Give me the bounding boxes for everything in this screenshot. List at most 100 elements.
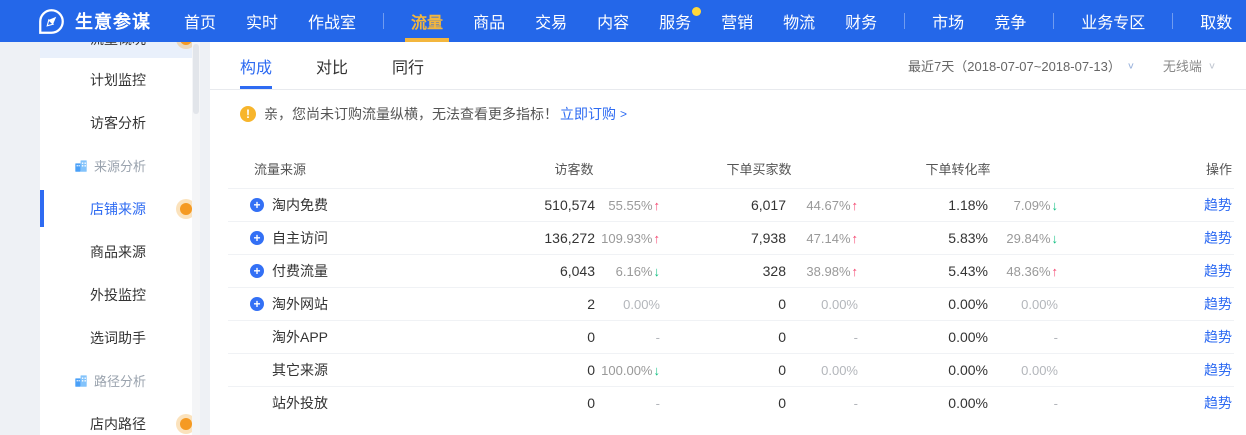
trend-link[interactable]: 趋势 bbox=[1204, 362, 1232, 378]
nav-item-商品[interactable]: 商品 bbox=[465, 0, 513, 42]
top-navbar: 生意参谋 首页实时作战室流量商品交易内容服务营销物流财务市场竞争业务专区取数学院 bbox=[0, 0, 1246, 42]
visitors-value: 136,272 bbox=[488, 230, 595, 246]
nav-item-服务[interactable]: 服务 bbox=[651, 0, 699, 42]
buyers-change: 44.67%↑ bbox=[786, 198, 858, 213]
conversion-change: - bbox=[988, 330, 1058, 345]
nav-item-财务[interactable]: 财务 bbox=[837, 0, 885, 42]
nav-divider bbox=[1172, 13, 1173, 29]
table-body: +淘内免费510,57455.55%↑6,01744.67%↑1.18%7.09… bbox=[228, 188, 1234, 419]
trend-link[interactable]: 趋势 bbox=[1204, 230, 1232, 246]
filters: 最近7天（2018-07-07~2018-07-13） ∨ 无线端 ∨ bbox=[908, 42, 1216, 89]
nav-item-取数[interactable]: 取数 bbox=[1192, 0, 1240, 42]
sidebar-item-店铺来源[interactable]: 店铺来源 bbox=[40, 187, 200, 230]
sidebar-item-计划监控[interactable]: 计划监控 bbox=[40, 58, 200, 101]
buyers-change: 0.00% bbox=[786, 363, 858, 378]
conversion-change: 0.00% bbox=[988, 363, 1058, 378]
visitors-value: 0 bbox=[488, 395, 595, 411]
conversion-value: 5.83% bbox=[858, 230, 988, 246]
scrollbar-thumb[interactable] bbox=[193, 44, 199, 114]
traffic-source-table: 流量来源 访客数 下单买家数 下单转化率 操作 +淘内免费510,57455.5… bbox=[210, 148, 1246, 419]
nav-item-内容[interactable]: 内容 bbox=[589, 0, 637, 42]
expand-plus-icon[interactable]: + bbox=[250, 198, 264, 212]
change-value: 109.93% bbox=[601, 231, 652, 246]
trend-link[interactable]: 趋势 bbox=[1204, 395, 1232, 411]
nav-divider bbox=[383, 13, 384, 29]
change-value: 48.36% bbox=[1006, 264, 1050, 279]
trend-link[interactable]: 趋势 bbox=[1204, 296, 1232, 312]
sidebar-item-商品来源[interactable]: 商品来源 bbox=[40, 230, 200, 273]
source-name: 付费流量 bbox=[272, 261, 328, 281]
conversion-value: 5.43% bbox=[858, 263, 988, 279]
visitors-change: 55.55%↑ bbox=[595, 198, 660, 213]
nav-item-营销[interactable]: 营销 bbox=[713, 0, 761, 42]
col-header-visitors: 访客数 bbox=[488, 159, 660, 178]
trend-link[interactable]: 趋势 bbox=[1204, 263, 1232, 279]
tab-同行[interactable]: 同行 bbox=[392, 42, 424, 89]
nav-item-首页[interactable]: 首页 bbox=[176, 0, 224, 42]
change-value: 7.09% bbox=[1014, 198, 1051, 213]
hot-dot-icon bbox=[180, 418, 192, 430]
app-logo-icon[interactable] bbox=[38, 8, 65, 35]
action-cell: 趋势 bbox=[1058, 393, 1234, 413]
buyers-change: - bbox=[786, 330, 858, 345]
hot-dot-icon bbox=[180, 203, 192, 215]
table-row-其它来源: 其它来源0100.00%↓00.00%0.00%0.00%趋势 bbox=[228, 353, 1234, 386]
nav-item-业务专区[interactable]: 业务专区 bbox=[1073, 0, 1153, 42]
nav-item-作战室[interactable]: 作战室 bbox=[300, 0, 364, 42]
visitors-value: 0 bbox=[488, 329, 595, 345]
warning-icon: ! bbox=[240, 106, 256, 122]
sidebar-item-label: 路径分析 bbox=[94, 371, 146, 390]
nav-item-实时[interactable]: 实时 bbox=[238, 0, 286, 42]
conversion-value: 1.18% bbox=[858, 197, 988, 213]
sidebar-menu: 流量概况计划监控访客分析来源分析店铺来源商品来源外投监控选词助手路径分析店内路径 bbox=[40, 20, 200, 435]
tab-对比[interactable]: 对比 bbox=[316, 42, 348, 89]
source-name-cell: + 淘外网站 bbox=[228, 294, 488, 314]
buyers-change: 47.14%↑ bbox=[786, 231, 858, 246]
visitors-value: 2 bbox=[488, 296, 595, 312]
sidebar-item-外投监控[interactable]: 外投监控 bbox=[40, 273, 200, 316]
table-row-淘外网站: +淘外网站20.00%00.00%0.00%0.00%趋势 bbox=[228, 287, 1234, 320]
visitors-change: 6.16%↓ bbox=[595, 264, 660, 279]
visitors-change: - bbox=[595, 330, 660, 345]
expand-plus-icon[interactable]: + bbox=[250, 231, 264, 245]
subscription-notice: ! 亲，您尚未订购流量纵横，无法查看更多指标！ 立即订购 > bbox=[240, 100, 1246, 128]
main-panel: 构成对比同行 最近7天（2018-07-07~2018-07-13） ∨ 无线端… bbox=[210, 42, 1246, 435]
expand-plus-icon[interactable]: + bbox=[250, 264, 264, 278]
col-header-buyers: 下单买家数 bbox=[660, 159, 858, 178]
sidebar-item-访客分析[interactable]: 访客分析 bbox=[40, 101, 200, 144]
sidebar-item-label: 来源分析 bbox=[94, 156, 146, 175]
sidebar-scrollbar[interactable] bbox=[192, 42, 200, 435]
nav-item-物流[interactable]: 物流 bbox=[775, 0, 823, 42]
app-title: 生意参谋 bbox=[75, 8, 151, 34]
nav-item-交易[interactable]: 交易 bbox=[527, 0, 575, 42]
subscribe-link[interactable]: 立即订购 bbox=[560, 104, 616, 124]
conversion-change: 48.36%↑ bbox=[988, 264, 1058, 279]
conversion-change: 0.00% bbox=[988, 297, 1058, 312]
sidebar-item-label: 店铺来源 bbox=[90, 199, 146, 219]
trend-link[interactable]: 趋势 bbox=[1204, 329, 1232, 345]
tab-bar: 构成对比同行 最近7天（2018-07-07~2018-07-13） ∨ 无线端… bbox=[210, 42, 1246, 90]
visitors-value: 510,574 bbox=[488, 197, 595, 213]
visitors-value: 0 bbox=[488, 362, 595, 378]
change-value: 0.00% bbox=[821, 297, 858, 312]
nav-item-市场[interactable]: 市场 bbox=[924, 0, 972, 42]
tab-构成[interactable]: 构成 bbox=[240, 42, 272, 89]
nav-item-竞争[interactable]: 竞争 bbox=[986, 0, 1034, 42]
sidebar-item-label: 访客分析 bbox=[90, 113, 146, 133]
source-name: 淘外网站 bbox=[272, 294, 328, 314]
page: 生意参谋 首页实时作战室流量商品交易内容服务营销物流财务市场竞争业务专区取数学院… bbox=[0, 0, 1246, 435]
source-name: 站外投放 bbox=[272, 393, 328, 413]
sidebar-item-店内路径[interactable]: 店内路径 bbox=[40, 402, 200, 435]
trend-link[interactable]: 趋势 bbox=[1204, 197, 1232, 213]
notice-text: 亲，您尚未订购流量纵横，无法查看更多指标！ bbox=[264, 104, 558, 124]
date-range-select[interactable]: 最近7天（2018-07-07~2018-07-13） ∨ bbox=[908, 56, 1135, 75]
sidebar-item-选词助手[interactable]: 选词助手 bbox=[40, 316, 200, 359]
expand-plus-icon[interactable]: + bbox=[250, 297, 264, 311]
channel-select[interactable]: 无线端 ∨ bbox=[1163, 56, 1216, 75]
source-name: 淘外APP bbox=[272, 327, 328, 347]
nav-item-流量[interactable]: 流量 bbox=[403, 0, 451, 42]
chevron-down-icon: ∨ bbox=[1127, 60, 1135, 70]
sidebar-section-路径分析: 路径分析 bbox=[40, 359, 200, 402]
source-name-cell: 站外投放 bbox=[228, 393, 488, 413]
action-cell: 趋势 bbox=[1058, 228, 1234, 248]
